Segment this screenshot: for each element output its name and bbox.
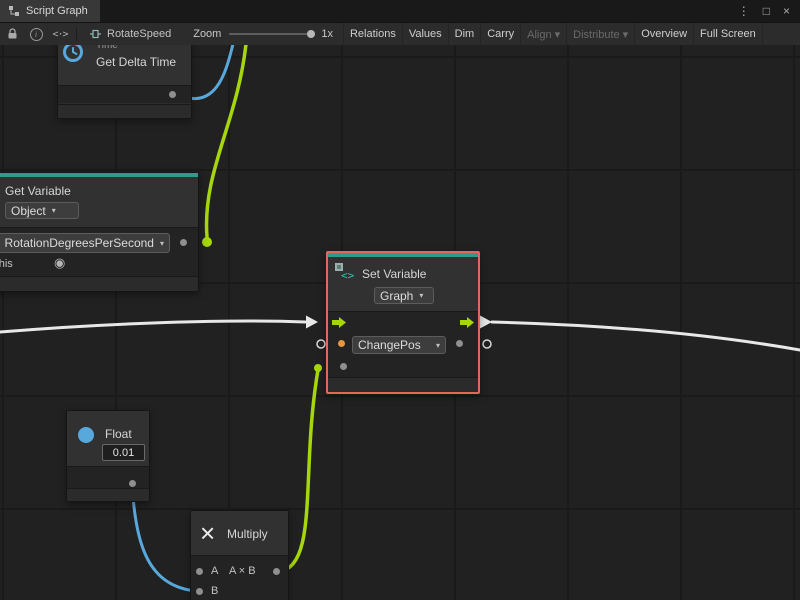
port-green-endpoint[interactable]: [202, 237, 212, 247]
port-variable-output[interactable]: [180, 239, 187, 246]
scope-value: Object: [11, 204, 46, 218]
port-value-right[interactable]: [483, 340, 491, 348]
port-variable-input[interactable]: [338, 340, 345, 347]
wire-flow-right: [492, 322, 800, 350]
code-icon: <·>: [52, 29, 67, 40]
port-value-left[interactable]: [317, 340, 325, 348]
node-footer: [58, 104, 191, 118]
float-value-field[interactable]: 0.01: [102, 444, 145, 461]
node-title: Get Delta Time: [96, 55, 176, 69]
tab-bar: Script Graph ⋮ □ ×: [0, 0, 800, 22]
node-get-variable[interactable]: Get Variable Object ▾ RotationDegreesPer…: [0, 172, 199, 292]
port-green-endpoint-2[interactable]: [314, 364, 322, 372]
node-title: Get Variable: [5, 184, 71, 198]
node-ports: [191, 555, 288, 600]
zoom-label: Zoom: [193, 28, 221, 40]
overview-button[interactable]: Overview: [634, 23, 693, 45]
lock-icon: [7, 28, 18, 40]
node-title: Multiply: [227, 527, 268, 541]
variable-name-dropdown[interactable]: RotationDegreesPerSecond ▾: [0, 233, 170, 253]
variable-stripe: [328, 253, 478, 257]
variable-scope-dropdown[interactable]: Graph ▾: [374, 287, 434, 304]
port-a-input[interactable]: [196, 568, 203, 575]
chevron-down-icon: ▾: [52, 206, 56, 215]
port-a-label: A: [211, 565, 218, 577]
close-icon[interactable]: ×: [783, 4, 790, 18]
node-title: Float: [105, 427, 132, 441]
port-value-output[interactable]: [456, 340, 463, 347]
node-get-delta-time[interactable]: Time Get Delta Time: [57, 44, 192, 119]
variable-stripe: [0, 173, 198, 177]
values-button[interactable]: Values: [402, 23, 448, 45]
set-variable-icon: <>: [333, 260, 355, 282]
unity-editor-window: Script Graph ⋮ □ × i <·> RotateSpee: [0, 0, 800, 600]
flow-in-arrow-icon[interactable]: [331, 316, 347, 329]
variable-name: RotationDegreesPerSecond: [5, 236, 154, 250]
scope-value: Graph: [380, 289, 413, 303]
chevron-down-icon: ▾: [419, 291, 423, 300]
port-b-input[interactable]: [196, 588, 203, 595]
wire-green-top: [207, 44, 246, 237]
dim-button[interactable]: Dim: [448, 23, 481, 45]
node-footer: [0, 276, 198, 291]
relations-button[interactable]: Relations: [343, 23, 402, 45]
graph-name: RotateSpeed: [107, 28, 171, 40]
zoom-slider-handle[interactable]: [307, 30, 315, 38]
window-controls: ⋮ □ ×: [738, 0, 800, 22]
port-result-output[interactable]: [273, 568, 280, 575]
graph-asset-icon: [89, 29, 102, 39]
graph-breadcrumb[interactable]: RotateSpeed: [81, 28, 179, 40]
chevron-down-icon: ▾: [436, 341, 440, 350]
graph-canvas[interactable]: Time Get Delta Time Get Variable Object …: [0, 44, 800, 600]
port-delta-output[interactable]: [169, 91, 176, 98]
target-icon[interactable]: ◉: [54, 255, 65, 271]
node-category: Time: [96, 44, 118, 51]
node-footer: [67, 488, 149, 501]
script-graph-icon: [8, 5, 20, 17]
node-footer: [328, 377, 478, 392]
node-multiply[interactable]: × Multiply A A × B B: [190, 510, 289, 600]
zoom-control: Zoom 1x: [193, 28, 337, 40]
clock-icon: [62, 44, 84, 63]
variable-name: ChangePos: [358, 338, 421, 352]
distribute-button: Distribute ▾: [566, 23, 634, 45]
result-label: A × B: [229, 565, 256, 577]
node-float[interactable]: Float 0.01: [66, 410, 150, 502]
carry-button[interactable]: Carry: [480, 23, 520, 45]
align-button: Align ▾: [520, 23, 566, 45]
variable-name-dropdown[interactable]: ChangePos ▾: [352, 336, 446, 354]
wire-flow-left: [0, 321, 305, 332]
toolbar-buttons: Relations Values Dim Carry Align ▾ Distr…: [343, 23, 763, 45]
zoom-slider[interactable]: [229, 33, 315, 35]
port-float-output[interactable]: [129, 480, 136, 487]
lock-button[interactable]: [0, 23, 24, 45]
node-set-variable[interactable]: <> Set Variable Graph ▾ ChangePos ▾: [326, 251, 480, 394]
menu-icon[interactable]: ⋮: [738, 4, 750, 18]
multiply-icon: ×: [200, 520, 215, 546]
code-view-button[interactable]: <·>: [48, 23, 72, 45]
info-button[interactable]: i: [24, 23, 48, 45]
float-value: 0.01: [113, 447, 134, 459]
graph-toolbar: i <·> RotateSpeed Zoom 1x Relations Valu…: [0, 22, 800, 45]
info-icon: i: [30, 28, 43, 41]
zoom-value: 1x: [321, 28, 333, 40]
tab-title: Script Graph: [26, 5, 88, 17]
chevron-down-icon: ▾: [160, 239, 164, 248]
float-icon: [78, 427, 94, 443]
target-label: This: [0, 258, 13, 270]
maximize-icon[interactable]: □: [763, 4, 770, 18]
fullscreen-button[interactable]: Full Screen: [693, 23, 763, 45]
tab-script-graph[interactable]: Script Graph: [0, 0, 100, 22]
node-ports: [67, 466, 149, 488]
svg-text:<>: <>: [341, 269, 355, 282]
port-b-label: B: [211, 585, 218, 597]
flow-output-arrow-icon[interactable]: [480, 316, 492, 329]
toolbar-divider: [76, 27, 77, 41]
variable-scope-dropdown[interactable]: Object ▾: [5, 202, 79, 219]
port-new-value-input[interactable]: [340, 363, 347, 370]
flow-input-arrow-icon[interactable]: [306, 316, 318, 329]
node-title: Set Variable: [362, 267, 426, 281]
flow-out-arrow-icon[interactable]: [459, 316, 475, 329]
